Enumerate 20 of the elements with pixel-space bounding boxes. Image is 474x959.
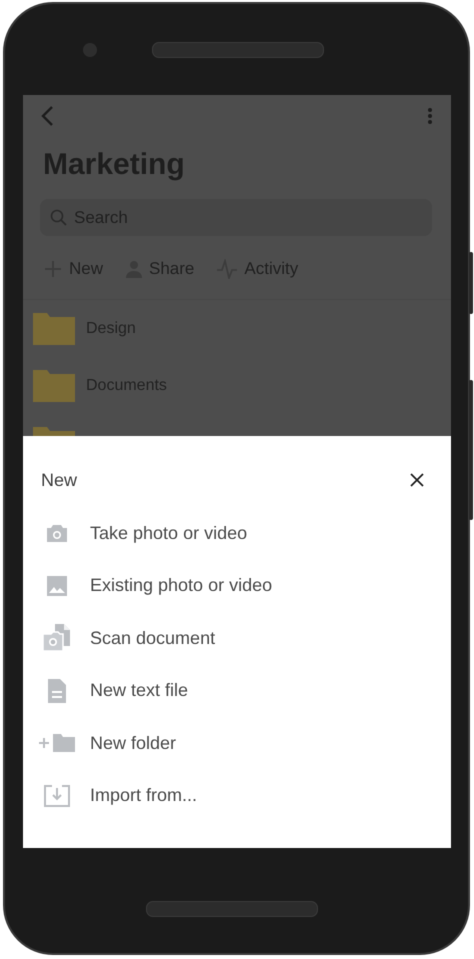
more-icon[interactable] — [427, 107, 433, 125]
import-icon — [44, 784, 70, 807]
menu-item[interactable]: New text file — [90, 680, 188, 702]
sheet-title: New — [41, 470, 78, 490]
image-icon — [46, 574, 68, 597]
close-icon[interactable] — [410, 473, 424, 487]
add-folder-icon — [38, 733, 76, 754]
document-icon — [46, 678, 66, 704]
menu-item[interactable]: Existing photo or video — [90, 575, 272, 596]
camera-icon — [46, 524, 68, 543]
menu-item[interactable]: Scan document — [90, 628, 216, 649]
menu-item[interactable]: Take photo or video — [90, 522, 248, 544]
folder-icon — [33, 312, 75, 344]
search-icon — [50, 209, 67, 226]
menu-item[interactable]: New folder — [90, 732, 176, 754]
folder-icon — [33, 370, 75, 402]
menu-item[interactable]: Import from... — [90, 785, 198, 806]
side-button[interactable] — [469, 252, 473, 314]
scan-icon — [42, 623, 72, 654]
back-icon[interactable] — [40, 105, 54, 127]
